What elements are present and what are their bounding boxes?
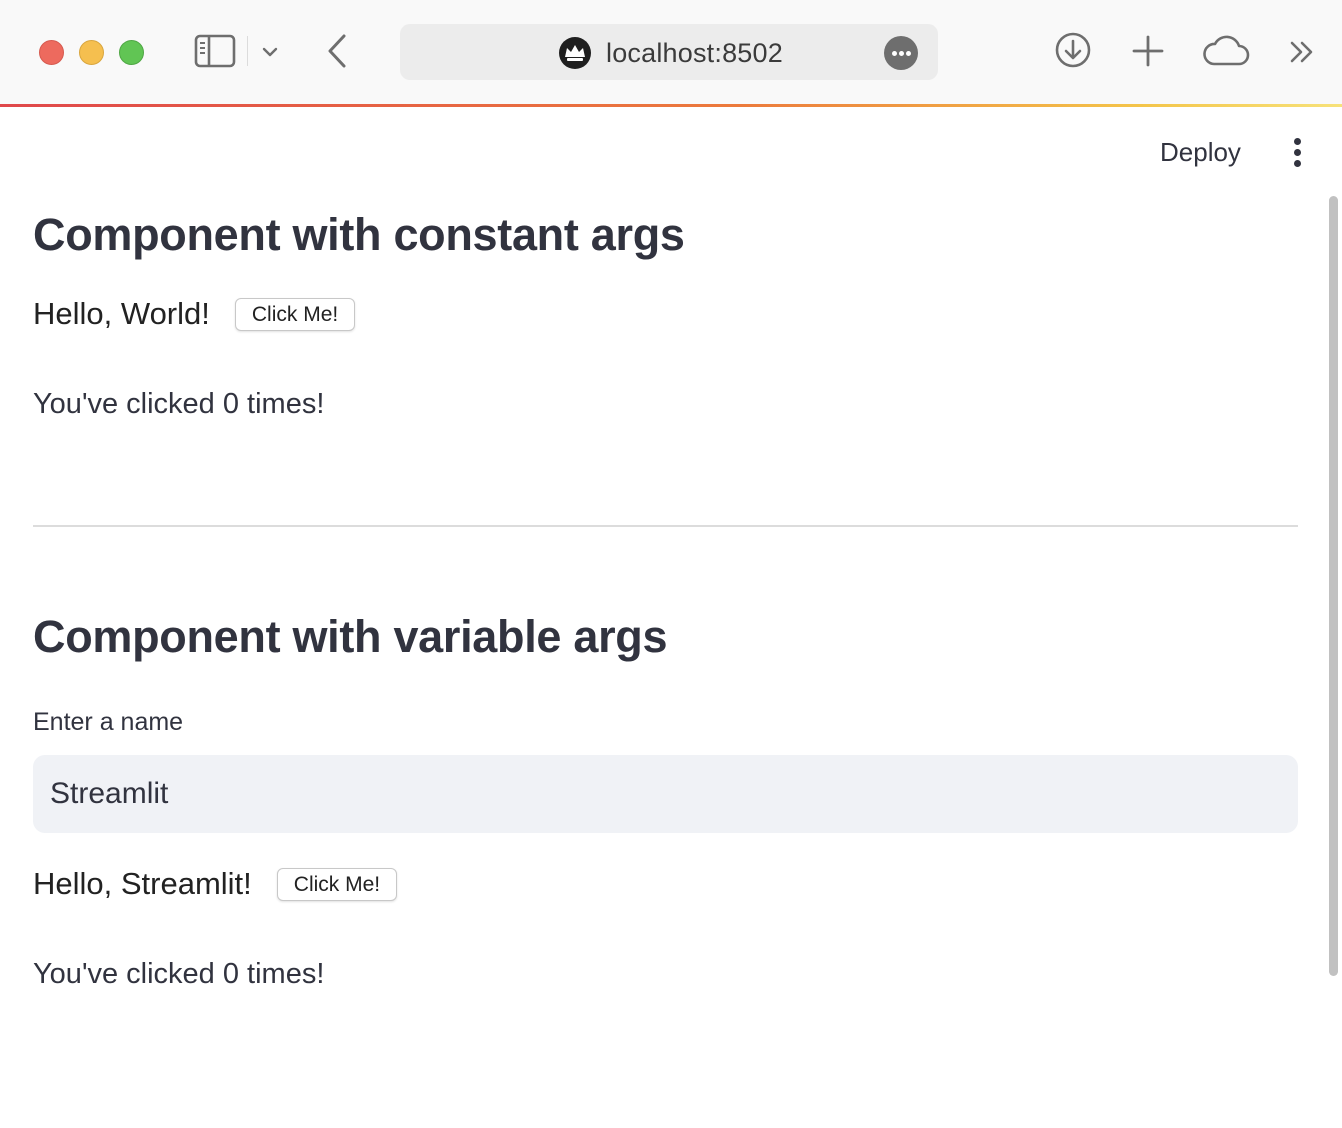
click-me-button[interactable]: Click Me!: [276, 867, 398, 901]
name-input-label: Enter a name: [33, 708, 184, 736]
name-input[interactable]: [33, 755, 1298, 833]
cloud-icon[interactable]: [1202, 34, 1250, 68]
back-icon[interactable]: [322, 32, 354, 70]
plus-icon[interactable]: [1130, 33, 1166, 69]
loading-progress-bar: [0, 104, 1342, 107]
custom-component-variable: Hello, Streamlit! Click Me!: [33, 864, 398, 904]
chevron-double-right-icon[interactable]: [1286, 36, 1318, 68]
zoom-window-button[interactable]: [119, 40, 144, 65]
kebab-menu-icon[interactable]: [1287, 136, 1309, 170]
divider: [33, 525, 1298, 527]
toolbar-divider: [247, 36, 248, 66]
streamlit-crown-icon: [559, 37, 591, 69]
download-icon[interactable]: [1054, 31, 1092, 69]
url-text: localhost:8502: [606, 38, 783, 68]
close-window-button[interactable]: [39, 40, 64, 65]
click-count-text: You've clicked 0 times!: [33, 958, 325, 990]
chevron-down-icon[interactable]: [258, 40, 282, 64]
greeting-text: Hello, Streamlit!: [33, 866, 252, 901]
more-icon[interactable]: [884, 36, 918, 70]
minimize-window-button[interactable]: [79, 40, 104, 65]
click-count-text: You've clicked 0 times!: [33, 388, 325, 420]
click-me-button[interactable]: Click Me!: [234, 297, 356, 331]
deploy-button[interactable]: Deploy: [1160, 137, 1241, 168]
section-title-variable-args: Component with variable args: [33, 611, 668, 662]
sidebar-icon[interactable]: [194, 34, 236, 68]
custom-component-constant: Hello, World! Click Me!: [33, 294, 356, 334]
page-scrollbar[interactable]: [1329, 196, 1338, 976]
browser-toolbar: localhost:8502: [0, 0, 1342, 104]
section-title-constant-args: Component with constant args: [33, 209, 685, 260]
greeting-text: Hello, World!: [33, 296, 210, 331]
address-bar[interactable]: localhost:8502: [400, 24, 938, 80]
